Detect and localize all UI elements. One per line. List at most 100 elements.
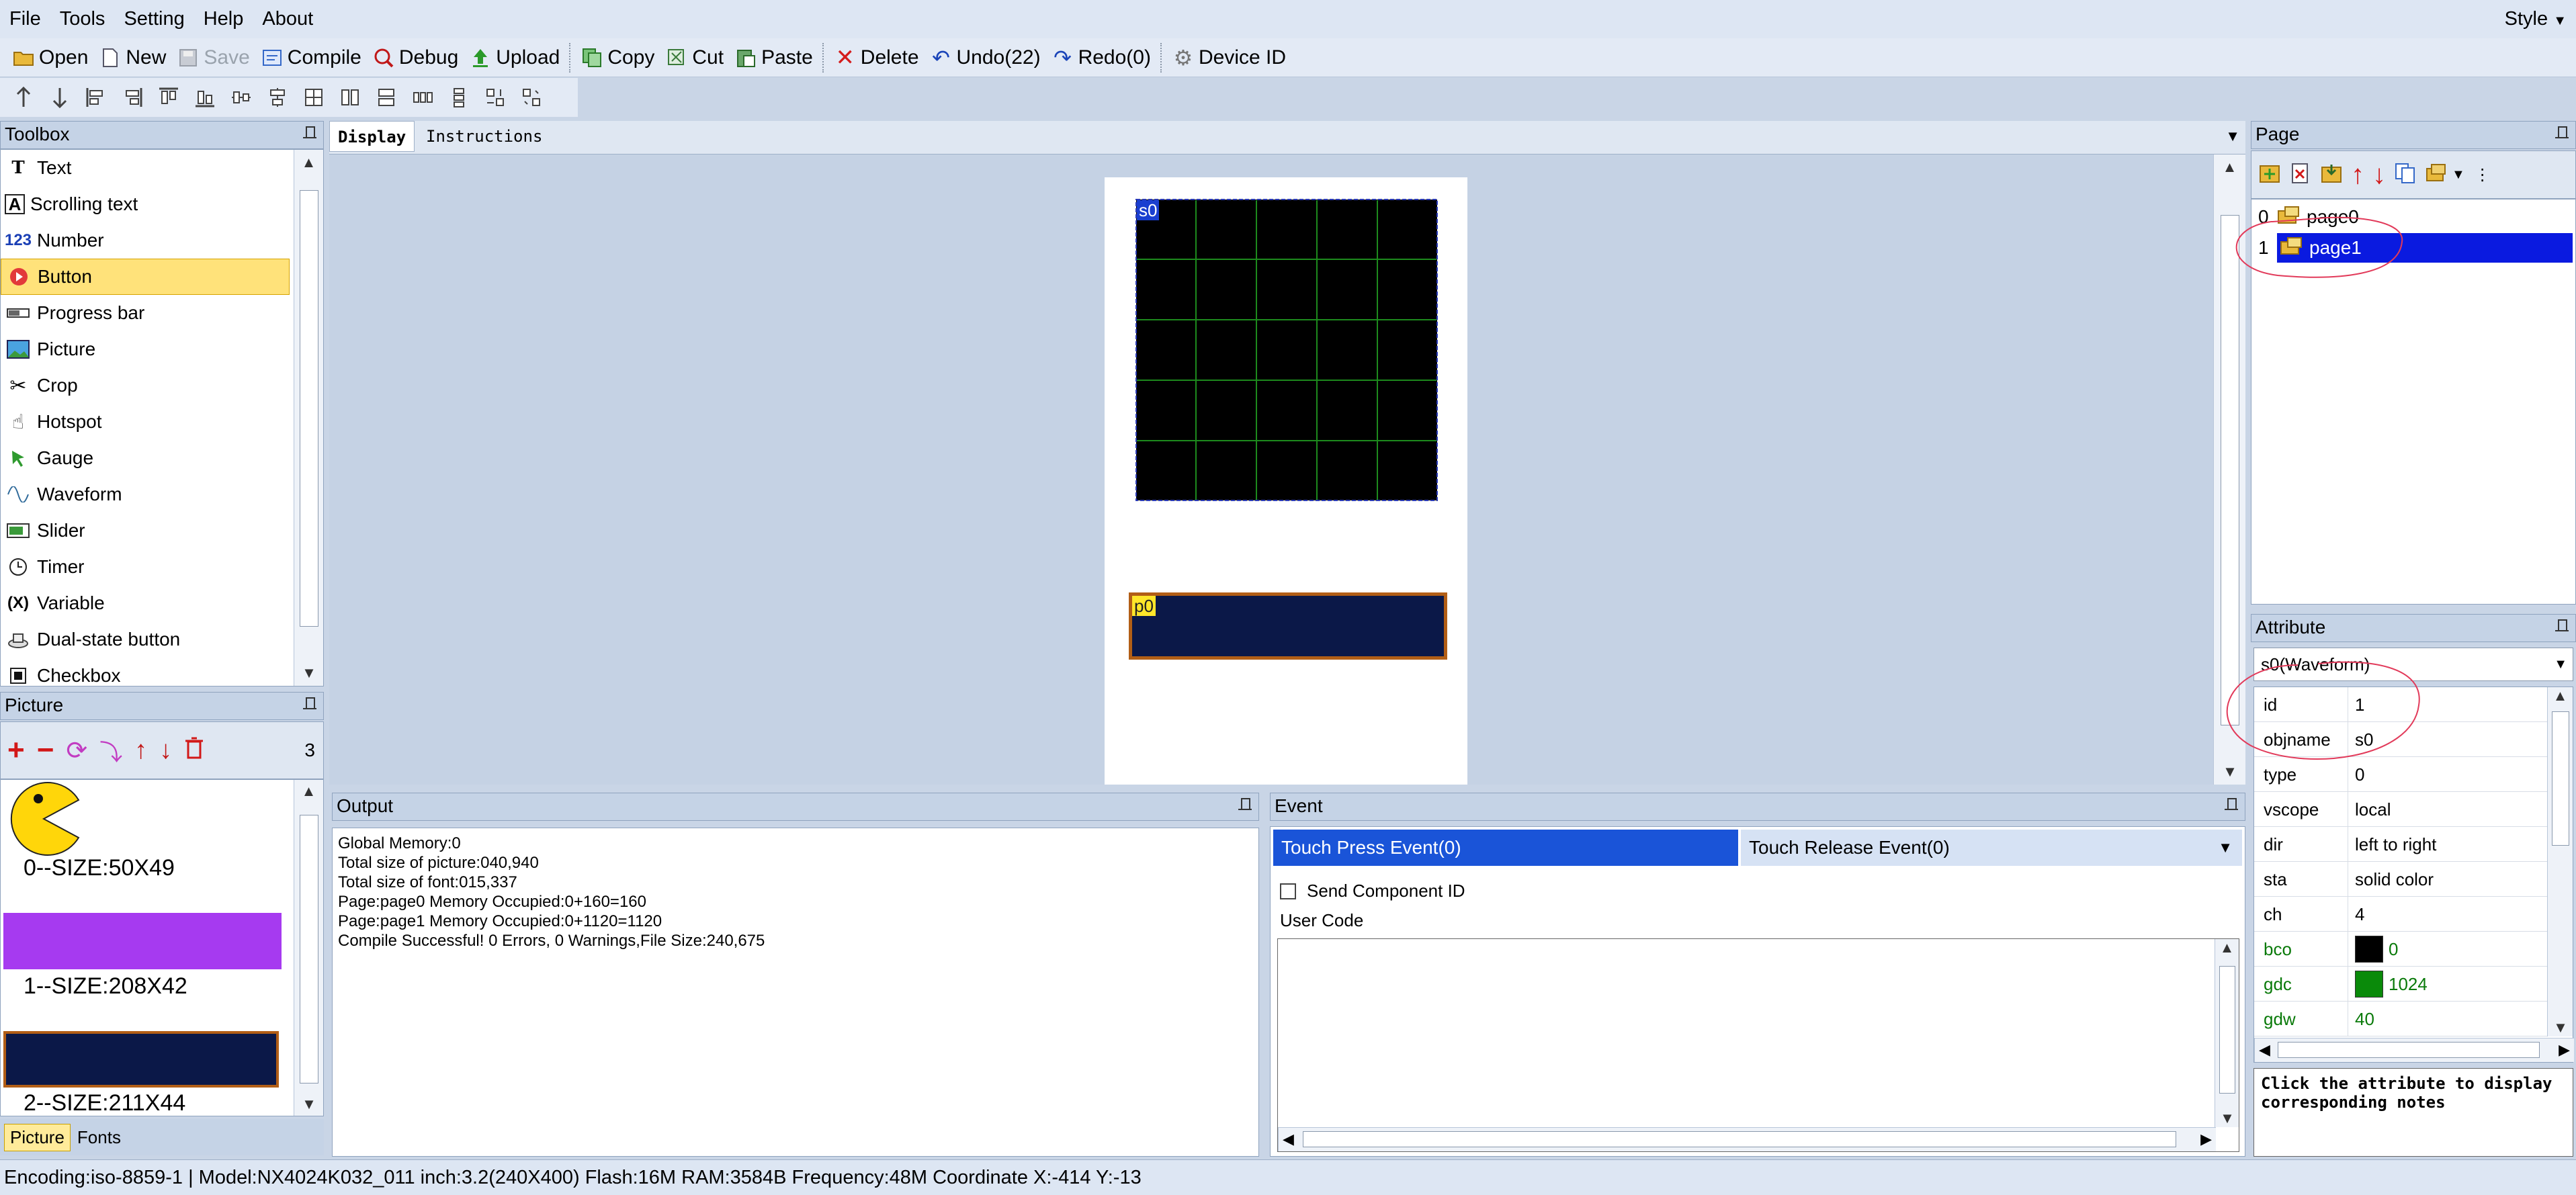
attribute-scrollbar[interactable]: ▲ ▼ <box>2547 687 2573 1036</box>
toolbox-item-crop[interactable]: ✂ Crop <box>1 367 290 404</box>
scroll-thumb[interactable] <box>300 815 318 1083</box>
copy-page-icon[interactable] <box>2394 162 2417 188</box>
attribute-row-objname[interactable]: objname s0 <box>2254 722 2547 757</box>
scroll-thumb[interactable] <box>2552 711 2569 846</box>
spacing-increase-icon[interactable] <box>480 82 511 113</box>
distribute-horizontal-icon[interactable] <box>407 82 438 113</box>
move-picture-up-icon[interactable]: ↑ <box>134 736 147 765</box>
open-button[interactable]: Open <box>7 41 93 75</box>
picture-item-1[interactable] <box>3 913 282 969</box>
attribute-value[interactable]: 40 <box>2348 1002 2547 1036</box>
attribute-row-gdc[interactable]: gdc 1024 <box>2254 967 2547 1002</box>
picture-item-0[interactable] <box>3 780 84 861</box>
replace-picture-icon[interactable]: ⤵ <box>99 734 122 767</box>
color-swatch[interactable] <box>2355 970 2383 998</box>
device-id-button[interactable]: ⚙ Device ID <box>1166 41 1291 75</box>
send-component-id-checkbox[interactable] <box>1280 883 1296 899</box>
spacing-decrease-icon[interactable] <box>516 82 547 113</box>
debug-button[interactable]: Debug <box>367 41 464 75</box>
attribute-value[interactable]: s0 <box>2348 722 2547 756</box>
progress-bar-component[interactable]: p0 <box>1129 592 1447 660</box>
refresh-picture-icon[interactable]: ⟳ <box>66 736 87 766</box>
scroll-down-icon[interactable]: ▼ <box>294 664 324 682</box>
toolbox-item-timer[interactable]: Timer <box>1 549 290 585</box>
same-width-icon[interactable] <box>335 82 366 113</box>
toolbox-item-number[interactable]: 123 Number <box>1 222 290 259</box>
color-swatch[interactable] <box>2355 935 2383 963</box>
move-page-up-icon[interactable]: ↑ <box>2351 160 2364 190</box>
attribute-row-dir[interactable]: dir left to right <box>2254 827 2547 862</box>
menu-file[interactable]: File <box>0 0 50 38</box>
toolbox-item-gauge[interactable]: Gauge <box>1 440 290 476</box>
add-picture-icon[interactable]: + <box>7 734 25 767</box>
pin-icon[interactable] <box>1238 797 1252 814</box>
attribute-hscrollbar[interactable]: ◀ ▶ <box>2254 1038 2574 1062</box>
tab-fonts[interactable]: Fonts <box>71 1124 128 1151</box>
menu-about[interactable]: About <box>253 0 323 38</box>
waveform-component[interactable]: s0 <box>1135 199 1438 501</box>
toolbox-item-hotspot[interactable]: ☝ Hotspot <box>1 404 290 440</box>
toolbar-options-icon[interactable]: ⋮ <box>2475 165 2491 185</box>
save-button[interactable]: Save <box>171 41 255 75</box>
same-size-icon[interactable] <box>298 82 329 113</box>
move-up-icon[interactable] <box>8 82 39 113</box>
page-item-1[interactable]: 1 page1 <box>2253 233 2573 263</box>
distribute-vertical-icon[interactable] <box>443 82 474 113</box>
pin-icon[interactable] <box>2555 618 2569 635</box>
component-select[interactable]: s0(Waveform) ▼ <box>2253 648 2573 681</box>
scroll-thumb[interactable] <box>2221 215 2239 725</box>
align-center-horizontal-icon[interactable] <box>226 82 257 113</box>
toolbox-item-slider[interactable]: Slider <box>1 513 290 549</box>
toolbox-scrollbar[interactable]: ▲ ▼ <box>294 150 323 686</box>
scroll-right-icon[interactable]: ▶ <box>2200 1131 2212 1148</box>
import-page-icon[interactable] <box>2320 162 2343 188</box>
attribute-row-ch[interactable]: ch 4 <box>2254 897 2547 932</box>
menu-tools[interactable]: Tools <box>50 0 115 38</box>
attribute-row-bco[interactable]: bco 0 <box>2254 932 2547 967</box>
menu-help[interactable]: Help <box>194 0 253 38</box>
attribute-value[interactable]: 4 <box>2348 897 2547 931</box>
new-button[interactable]: New <box>93 41 171 75</box>
caret-down-icon[interactable]: ▼ <box>2452 167 2465 183</box>
scroll-thumb[interactable] <box>1303 1131 2176 1147</box>
add-page-icon[interactable] <box>2258 162 2281 188</box>
attribute-value[interactable]: solid color <box>2348 862 2547 896</box>
tab-touch-press-event[interactable]: Touch Press Event(0) <box>1273 830 1738 866</box>
copy-button[interactable]: Copy <box>575 41 660 75</box>
editor-scrollbar[interactable]: ▲ ▼ <box>2215 939 2239 1127</box>
toolbox-item-checkbox[interactable]: Checkbox <box>1 658 290 694</box>
tab-display[interactable]: Display <box>329 121 415 152</box>
design-canvas[interactable]: s0 p0 <box>329 154 2213 785</box>
pin-icon[interactable] <box>303 125 316 142</box>
picture-item-2[interactable] <box>3 1031 279 1088</box>
menu-setting[interactable]: Setting <box>114 0 194 38</box>
paste-button[interactable]: Paste <box>729 41 818 75</box>
align-right-icon[interactable] <box>117 82 148 113</box>
cut-button[interactable]: Cut <box>660 41 729 75</box>
scroll-up-icon[interactable]: ▲ <box>2215 939 2239 957</box>
attribute-value[interactable]: left to right <box>2348 827 2547 861</box>
delete-button[interactable]: ✕ Delete <box>828 41 925 75</box>
picture-scrollbar[interactable]: ▲ ▼ <box>294 780 323 1116</box>
attribute-row-type[interactable]: type 0 <box>2254 757 2547 792</box>
toolbox-item-scrolling-text[interactable]: A Scrolling text <box>1 186 290 222</box>
align-left-icon[interactable] <box>81 82 112 113</box>
toolbox-item-progress-bar[interactable]: Progress bar <box>1 295 290 331</box>
toolbox-item-waveform[interactable]: Waveform <box>1 476 290 513</box>
attribute-value-cell[interactable]: 0 <box>2348 932 2547 966</box>
user-code-editor[interactable]: ▲ ▼ ◀ ▶ <box>1277 938 2239 1152</box>
toolbox-item-text[interactable]: T Text <box>1 150 290 186</box>
toolbox-item-variable[interactable]: (X) Variable <box>1 585 290 621</box>
attribute-value[interactable]: 0 <box>2348 757 2547 791</box>
pin-icon[interactable] <box>2555 125 2569 142</box>
page-item-0[interactable]: 0 page0 <box>2253 202 2573 232</box>
pin-icon[interactable] <box>2225 797 2238 814</box>
delete-all-pictures-icon[interactable] <box>184 736 204 765</box>
scroll-thumb[interactable] <box>2278 1042 2540 1058</box>
tab-touch-release-event[interactable]: Touch Release Event(0) ▼ <box>1741 830 2242 866</box>
redo-button[interactable]: ↷ Redo(0) <box>1046 41 1156 75</box>
same-height-icon[interactable] <box>371 82 402 113</box>
dropdown-icon[interactable]: ▼ <box>2225 128 2240 145</box>
device-screen[interactable]: s0 p0 <box>1105 177 1467 785</box>
move-down-icon[interactable] <box>44 82 75 113</box>
